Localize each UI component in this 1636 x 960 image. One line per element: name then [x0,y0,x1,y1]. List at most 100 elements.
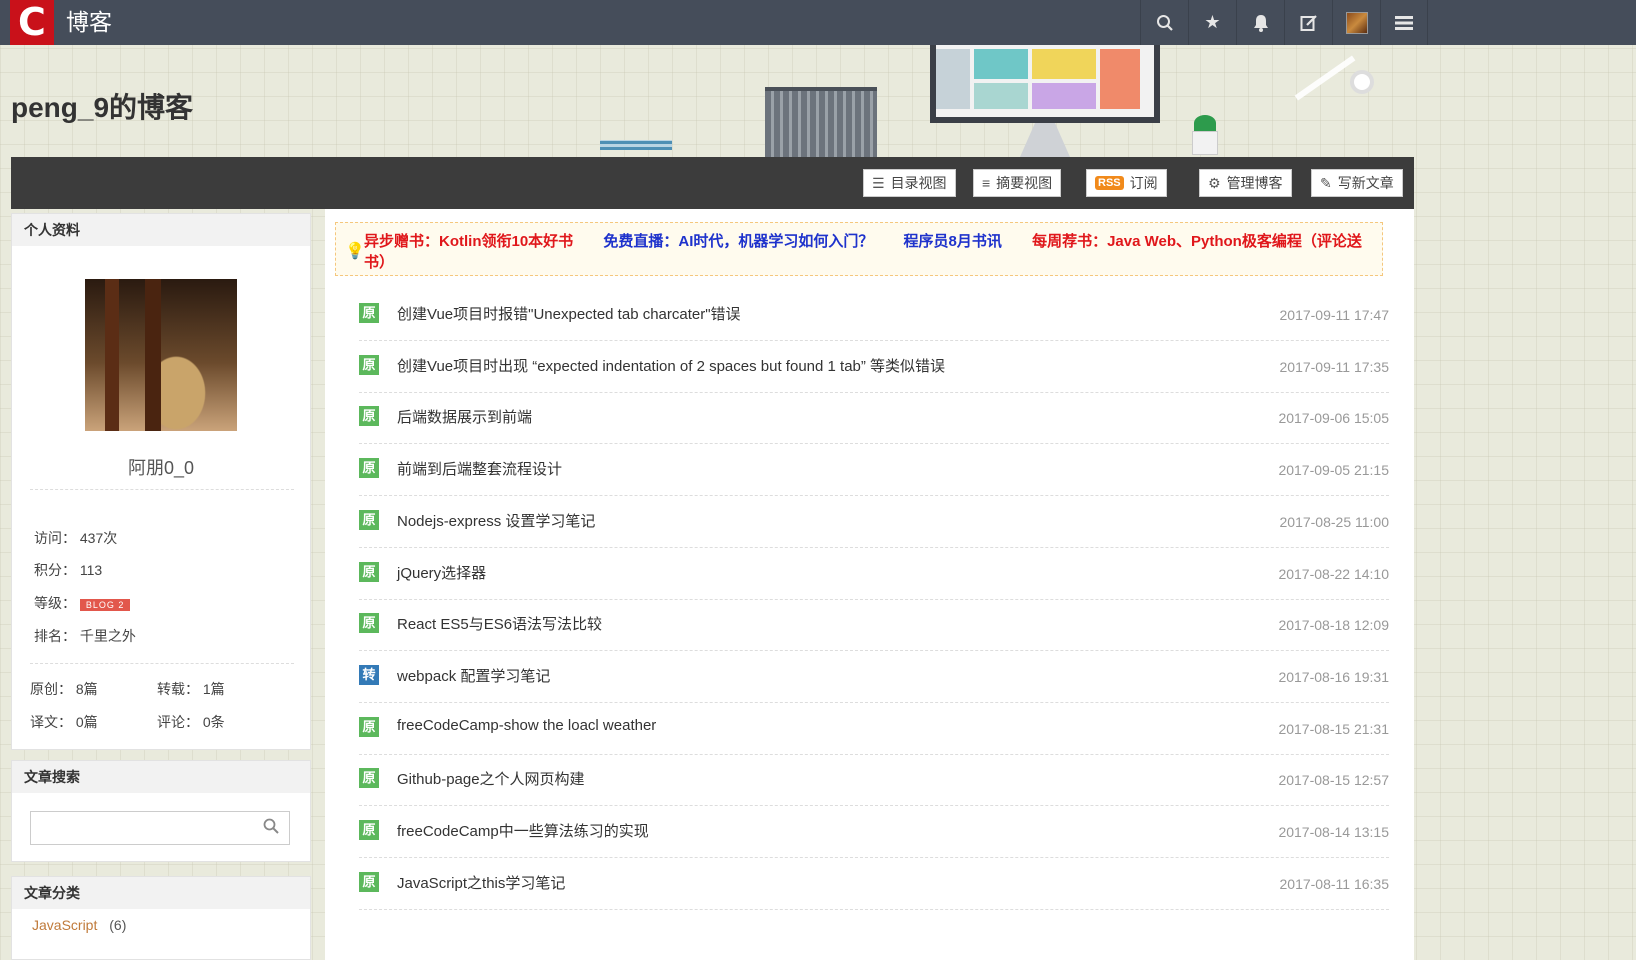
category-count: (6) [109,917,127,933]
notice-link[interactable]: 免费直播：AI时代，机器学习如何入门？ [603,233,873,250]
manage-blog-button[interactable]: ⚙ 管理博客 [1199,169,1292,197]
top-navbar: C 博客 ★ [0,0,1636,45]
article-row: 原 freeCodeCamp中一些算法练习的实现 2017-08-14 13:15 [359,806,1389,858]
bell-icon[interactable] [1236,0,1284,45]
subscribe-label: 订阅 [1129,175,1158,191]
article-row: 原 freeCodeCamp-show the loacl weather 2017… [359,703,1389,755]
pencil-icon: ✎ [1320,174,1332,191]
article-title-link[interactable]: 创建Vue项目时报错"Unexpected tab charcater"错误 [397,303,741,324]
notice-link[interactable]: 异步赠书：Kotlin领衔10本好书 [364,233,573,250]
user-avatar[interactable] [1332,0,1380,45]
article-date: 2017-09-11 17:35 [1279,358,1390,375]
star-icon[interactable]: ★ [1188,0,1236,45]
profile-heading: 个人资料 [12,214,310,246]
original-tag: 原 [359,871,379,892]
original-tag: 原 [359,509,379,530]
article-row: 转 webpack 配置学习笔记 2017-08-16 19:31 [359,651,1389,703]
catalog-view-label: 目录视图 [890,175,947,191]
article-title-link[interactable]: jQuery选择器 [397,562,486,583]
points-stat: 积分： 113 [34,562,103,578]
original-tag: 原 [359,406,379,427]
search-icon[interactable] [1140,0,1188,45]
article-title-link[interactable]: JavaScript之this学习笔记 [397,872,565,893]
original-tag: 原 [359,768,379,789]
article-date: 2017-09-11 17:47 [1279,307,1390,323]
catalog-view-button[interactable]: ☰ 目录视图 [863,169,956,197]
profile-username[interactable]: 阿朋0_0 [12,454,310,480]
csdn-logo[interactable]: C [10,0,54,45]
categories-heading: 文章分类 [12,877,310,909]
article-title-link[interactable]: 后端数据展示到前端 [397,406,532,427]
original-count: 原创： 8篇 [30,681,98,697]
blog-toolbar: ☰ 目录视图 ≡ 摘要视图 RSS 订阅 ⚙ 管理博客 ✎ 写新文章 [11,157,1414,209]
repost-tag: 转 [359,664,379,685]
avatar [1345,11,1368,34]
categories-panel: 文章分类 JavaScript (6) [11,876,311,960]
top-icon-group: ★ [1140,0,1428,45]
edit-icon[interactable] [1284,0,1332,45]
article-date: 2017-08-15 21:31 [1278,720,1389,737]
original-tag: 原 [359,613,379,634]
search-icon[interactable] [263,818,279,839]
lightbulb-icon: 💡 [345,243,365,260]
divider [30,663,294,664]
category-link[interactable]: JavaScript [32,917,97,933]
article-title-link[interactable]: Github-page之个人网页构建 [397,768,585,789]
article-date: 2017-08-16 19:31 [1278,668,1389,685]
site-title[interactable]: 博客 [66,0,112,45]
article-date: 2017-09-05 21:15 [1278,462,1389,479]
article-row: 原创建Vue项目时出现 “expected indentation of 2 s… [359,341,1389,393]
article-row: 原 React ES5与ES6语法写法比较 2017-08-18 12:09 [359,599,1389,652]
article-title-link[interactable]: 前端到后端整套流程设计 [397,458,562,479]
gear-icon: ⚙ [1208,174,1221,191]
original-tag: 原 [359,458,379,479]
server-graphic [765,87,877,157]
category-item[interactable]: JavaScript (6) [32,917,126,933]
article-date: 2017-08-22 14:10 [1278,565,1389,582]
repost-count: 转载： 1篇 [157,681,225,697]
level-stat: 等级： BLOG 2 [34,593,131,613]
search-heading: 文章搜索 [12,761,310,793]
article-title-link[interactable]: freeCodeCamp-show the loacl weather [397,717,656,734]
article-title-link[interactable]: Nodejs-express 设置学习笔记 [397,510,595,531]
search-panel: 文章搜索 [11,760,311,862]
profile-panel: 个人资料 阿朋0_0 访问： 437次 积分： 113 等级： BLOG 2 排… [11,213,311,750]
monitor-stand-graphic [1020,123,1070,157]
profile-avatar[interactable] [85,279,237,431]
summary-view-button[interactable]: ≡ 摘要视图 [973,169,1062,197]
original-tag: 原 [359,303,379,323]
lines-icon: ≡ [982,175,991,191]
notice-link[interactable]: 程序员8月书讯 [904,233,1002,250]
rank-stat: 排名： 千里之外 [34,628,136,644]
article-row: 原 jQuery选择器 2017-08-22 14:10 [359,548,1389,600]
article-title-link[interactable]: webpack 配置学习笔记 [397,665,550,686]
article-date: 2017-08-25 11:00 [1279,513,1390,530]
level-badge: BLOG 2 [79,599,131,611]
manage-blog-label: 管理博客 [1226,175,1283,191]
rss-icon: RSS [1095,176,1124,190]
translate-count: 译文： 0篇 [30,714,98,730]
lamp-arm-graphic [1294,55,1356,101]
article-row: 原前端到后端整套流程设计 2017-09-05 21:15 [359,444,1389,497]
divider [30,489,294,490]
monitor-graphic [930,45,1160,123]
plant-graphic [1188,115,1222,155]
article-date: 2017-08-11 16:35 [1279,875,1390,892]
article-title-link[interactable]: 创建Vue项目时出现 “expected indentation of 2 sp… [397,355,945,376]
blog-title[interactable]: peng_9的博客 [11,86,193,126]
original-tag: 原 [359,716,379,737]
article-title-link[interactable]: freeCodeCamp中一些算法练习的实现 [397,820,649,841]
article-date: 2017-09-06 15:05 [1278,410,1389,427]
article-title-link[interactable]: React ES5与ES6语法写法比较 [397,613,602,634]
shelf-graphic [600,140,672,150]
summary-view-label: 摘要视图 [996,175,1053,191]
comments-count: 评论： 0条 [157,714,225,730]
menu-icon[interactable] [1380,0,1428,45]
original-tag: 原 [359,820,379,840]
search-input[interactable] [31,812,251,844]
subscribe-button[interactable]: RSS 订阅 [1086,169,1167,197]
lamp-graphic [1350,70,1374,94]
article-date: 2017-08-18 12:09 [1278,617,1389,634]
article-row: 原 JavaScript之this学习笔记 2017-08-11 16:35 [359,858,1389,910]
write-article-button[interactable]: ✎ 写新文章 [1311,169,1403,197]
